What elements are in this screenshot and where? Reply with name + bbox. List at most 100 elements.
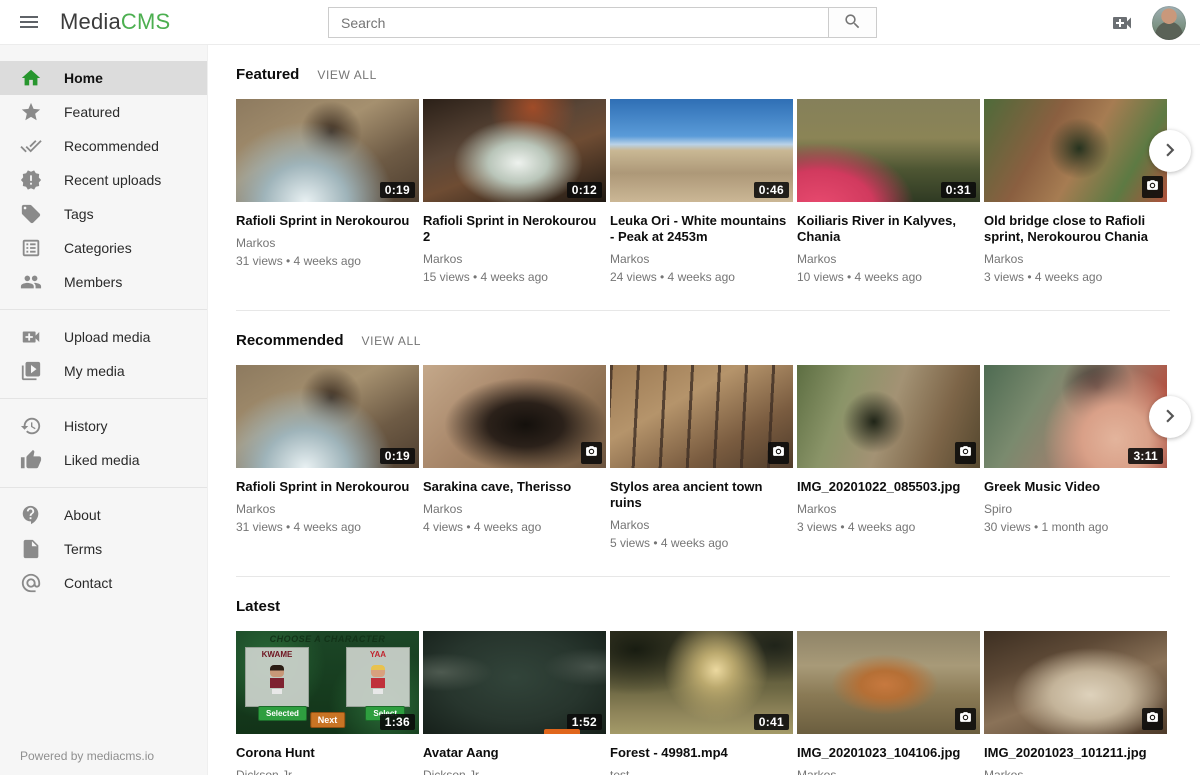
sidebar-item-home[interactable]: Home [0, 61, 207, 95]
media-thumbnail[interactable]: 0:12 [423, 99, 606, 202]
media-author[interactable]: Markos [236, 236, 419, 250]
camera-icon [955, 708, 976, 730]
thumbnail-logo-sliver [544, 729, 580, 734]
media-thumbnail[interactable]: 0:31 [797, 99, 980, 202]
media-title[interactable]: Avatar Aang [423, 745, 606, 761]
media-author[interactable]: Markos [984, 252, 1167, 266]
media-author[interactable]: test [610, 768, 793, 775]
media-author[interactable]: Markos [797, 502, 980, 516]
media-card: Sarakina cave, Therisso Markos 4 views •… [423, 365, 606, 550]
sidebar-item-tags[interactable]: Tags [0, 197, 207, 231]
media-card: CHOOSE A CHARACTERKWAMEYAASelectedNextSe… [236, 631, 419, 775]
section-title: Recommended [236, 332, 344, 349]
duration-badge: 3:11 [1128, 448, 1163, 464]
sidebar-item-featured[interactable]: Featured [0, 95, 207, 129]
media-title[interactable]: Stylos area ancient town ruins [610, 479, 793, 511]
sidebar-item-my-media[interactable]: My media [0, 354, 207, 388]
media-thumbnail[interactable]: CHOOSE A CHARACTERKWAMEYAASelectedNextSe… [236, 631, 419, 734]
media-author[interactable]: Dickson Jr. [236, 768, 419, 775]
sidebar-item-contact[interactable]: Contact [0, 566, 207, 600]
media-title[interactable]: Corona Hunt [236, 745, 419, 761]
camera-icon [955, 442, 976, 464]
media-author[interactable]: Markos [236, 502, 419, 516]
sidebar-item-members[interactable]: Members [0, 265, 207, 299]
media-card: 0:46 Leuka Ori - White mountains - Peak … [610, 99, 793, 284]
media-title[interactable]: Rafioli Sprint in Nerokourou 2 [423, 213, 606, 245]
media-title[interactable]: IMG_20201022_085503.jpg [797, 479, 980, 495]
media-card: 0:41 Forest - 49981.mp4 test 17 views • … [610, 631, 793, 775]
media-views: 31 views • 4 weeks ago [236, 254, 419, 268]
media-section: Latest CHOOSE A CHARACTERKWAMEYAASelecte… [236, 577, 1170, 775]
sidebar-item-liked-media[interactable]: Liked media [0, 443, 207, 477]
media-thumbnail[interactable]: 0:19 [236, 99, 419, 202]
hamburger-menu-icon[interactable] [16, 10, 42, 36]
media-author[interactable]: Markos [610, 518, 793, 532]
media-title[interactable]: Old bridge close to Rafioli sprint, Nero… [984, 213, 1167, 245]
game-heading: CHOOSE A CHARACTER [236, 634, 419, 644]
media-thumbnail[interactable] [610, 365, 793, 468]
header-actions [1110, 0, 1186, 45]
sidebar-item-upload-media[interactable]: Upload media [0, 320, 207, 354]
sidebar-divider [0, 398, 207, 399]
media-title[interactable]: Rafioli Sprint in Nerokourou [236, 213, 419, 229]
media-author[interactable]: Spiro [984, 502, 1167, 516]
media-thumbnail[interactable] [984, 631, 1167, 734]
media-author[interactable]: Markos [797, 768, 980, 775]
sidebar-item-terms[interactable]: Terms [0, 532, 207, 566]
media-views: 5 views • 4 weeks ago [610, 536, 793, 550]
section-header: Featured VIEW ALL [236, 66, 1170, 83]
media-title[interactable]: Leuka Ori - White mountains - Peak at 24… [610, 213, 793, 245]
sidebar-item-categories[interactable]: Categories [0, 231, 207, 265]
sidebar-item-about[interactable]: About [0, 498, 207, 532]
media-meta: Sarakina cave, Therisso Markos 4 views •… [423, 479, 606, 534]
media-title[interactable]: Rafioli Sprint in Nerokourou [236, 479, 419, 495]
media-thumbnail[interactable]: 3:11 [984, 365, 1167, 468]
sidebar-item-recommended[interactable]: Recommended [0, 129, 207, 163]
scroll-next-button[interactable] [1149, 396, 1191, 438]
scroll-next-button[interactable] [1149, 130, 1191, 172]
search-input[interactable] [329, 8, 828, 37]
media-author[interactable]: Markos [984, 768, 1167, 775]
media-author[interactable]: Markos [423, 252, 606, 266]
powered-by-text: Powered by mediacms.io [20, 749, 154, 763]
media-thumbnail[interactable] [423, 365, 606, 468]
user-avatar[interactable] [1152, 6, 1186, 40]
media-thumbnail[interactable]: 0:46 [610, 99, 793, 202]
media-author[interactable]: Markos [797, 252, 980, 266]
media-thumbnail[interactable]: 0:19 [236, 365, 419, 468]
media-thumbnail[interactable] [797, 631, 980, 734]
duration-badge: 0:31 [941, 182, 976, 198]
media-card: Stylos area ancient town ruins Markos 5 … [610, 365, 793, 550]
media-title[interactable]: IMG_20201023_101211.jpg [984, 745, 1167, 761]
search-button[interactable] [828, 8, 876, 37]
media-meta: Stylos area ancient town ruins Markos 5 … [610, 479, 793, 550]
media-author[interactable]: Markos [423, 502, 606, 516]
media-title[interactable]: Greek Music Video [984, 479, 1167, 495]
media-thumbnail[interactable]: 0:41 [610, 631, 793, 734]
media-card: 3:11 Greek Music Video Spiro 30 views • … [984, 365, 1167, 550]
media-thumbnail[interactable] [797, 365, 980, 468]
sidebar-item-recent-uploads[interactable]: Recent uploads [0, 163, 207, 197]
media-meta: Old bridge close to Rafioli sprint, Nero… [984, 213, 1167, 284]
sidebar-item-history[interactable]: History [0, 409, 207, 443]
media-thumbnail[interactable] [984, 99, 1167, 202]
view-all-link[interactable]: VIEW ALL [317, 68, 377, 82]
game-selected-button: Selected [258, 706, 307, 721]
sidebar-group: Upload media My media [0, 314, 207, 394]
media-thumbnail[interactable]: 1:52 [423, 631, 606, 734]
media-title[interactable]: Sarakina cave, Therisso [423, 479, 606, 495]
section-title: Latest [236, 598, 280, 615]
media-title[interactable]: Forest - 49981.mp4 [610, 745, 793, 761]
view-all-link[interactable]: VIEW ALL [362, 334, 422, 348]
media-title[interactable]: Koiliaris River in Kalyves, Chania [797, 213, 980, 245]
tag-icon [20, 203, 42, 225]
video-call-icon [20, 326, 42, 348]
upload-media-icon[interactable] [1110, 11, 1134, 35]
logo[interactable]: MediaCMS [60, 9, 170, 35]
media-meta: Koiliaris River in Kalyves, Chania Marko… [797, 213, 980, 284]
sidebar-group: About Terms Contact [0, 492, 207, 606]
media-author[interactable]: Markos [610, 252, 793, 266]
media-card: Old bridge close to Rafioli sprint, Nero… [984, 99, 1167, 284]
media-title[interactable]: IMG_20201023_104106.jpg [797, 745, 980, 761]
media-author[interactable]: Dickson Jr. [423, 768, 606, 775]
